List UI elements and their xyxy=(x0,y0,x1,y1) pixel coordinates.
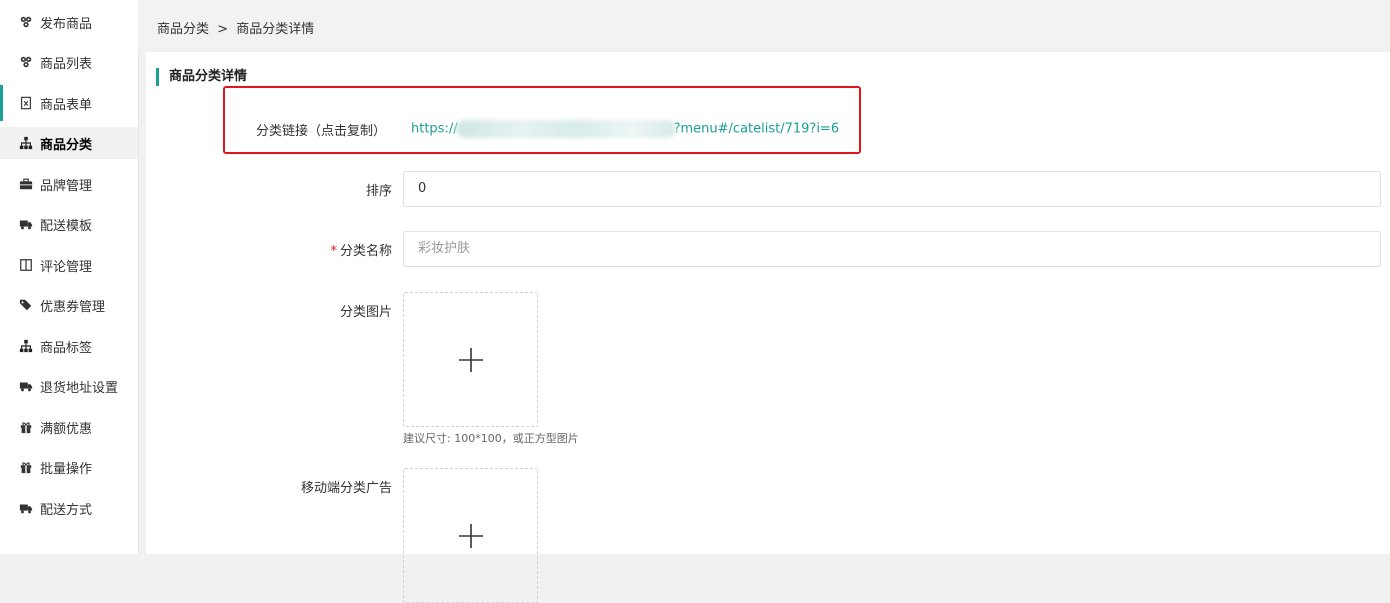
breadcrumb-current: 商品分类详情 xyxy=(236,22,315,37)
cubes-icon xyxy=(18,14,34,30)
truck-icon xyxy=(18,216,34,232)
sidebar-item-2[interactable]: 商品列表 xyxy=(0,46,138,78)
category-image-upload[interactable] xyxy=(403,292,538,427)
mobile-ad-upload[interactable] xyxy=(403,468,538,603)
main-panel: 商品分类详情 分类链接（点击复制） https:// ?menu#/catelis… xyxy=(146,52,1390,603)
sidebar-item-1[interactable]: 发布商品 xyxy=(0,6,138,38)
sidebar-item-4[interactable]: 商品分类 xyxy=(0,127,138,159)
sidebar-item-label: 满额优惠 xyxy=(40,421,93,437)
redacted-block xyxy=(455,120,676,138)
sitemap-icon xyxy=(18,135,34,151)
plus-icon xyxy=(458,523,483,548)
sidebar-item-label: 配送方式 xyxy=(40,502,93,518)
sidebar-item-label: 配送模板 xyxy=(40,218,93,234)
tags-icon xyxy=(18,297,34,313)
sidebar-item-3[interactable]: 商品表单 xyxy=(0,87,138,119)
sidebar-item-7[interactable]: 评论管理 xyxy=(0,249,138,281)
sidebar-item-label: 发布商品 xyxy=(40,16,93,32)
sidebar-item-label: 品牌管理 xyxy=(40,178,93,194)
sort-input[interactable]: 0 xyxy=(403,171,1381,207)
breadcrumb-parent[interactable]: 商品分类 xyxy=(157,22,209,37)
sidebar-item-11[interactable]: 满额优惠 xyxy=(0,411,138,443)
section-title: 商品分类详情 xyxy=(156,68,247,86)
sidebar-item-label: 批量操作 xyxy=(40,461,93,477)
category-name-input[interactable]: 彩妆护肤 xyxy=(403,231,1381,267)
mobile-ad-label: 移动端分类广告 xyxy=(300,481,392,496)
sidebar-item-13[interactable]: 配送方式 xyxy=(0,492,138,524)
image-label: 分类图片 xyxy=(339,305,392,320)
columns-icon xyxy=(18,257,34,273)
sidebar-item-9[interactable]: 商品标签 xyxy=(0,330,138,362)
required-mark: * xyxy=(330,244,337,259)
image-size-hint: 建议尺寸: 100*100，或正方型图片 xyxy=(403,432,579,445)
sidebar-item-6[interactable]: 配送模板 xyxy=(0,208,138,240)
breadcrumb: 商品分类 > 商品分类详情 xyxy=(157,18,314,37)
link-prefix: https:// xyxy=(411,121,458,137)
cubes-icon xyxy=(18,54,34,70)
sidebar-item-label: 商品列表 xyxy=(40,56,93,72)
sidebar-item-10[interactable]: 退货地址设置 xyxy=(0,370,138,402)
link-suffix: ?menu#/catelist/719?i=6 xyxy=(673,121,840,137)
gift-icon xyxy=(18,419,34,435)
sidebar-item-label: 评论管理 xyxy=(40,259,93,275)
sidebar-item-label: 商品分类 xyxy=(40,137,93,153)
name-label: * 分类名称 xyxy=(192,240,392,259)
briefcase-icon xyxy=(18,176,34,192)
truck-icon xyxy=(18,378,34,394)
category-link[interactable]: https:// ?menu#/catelist/719?i=6 xyxy=(411,120,839,138)
sidebar-item-label: 退货地址设置 xyxy=(40,380,119,396)
sidebar-item-8[interactable]: 优惠券管理 xyxy=(0,289,138,321)
sidebar-item-label: 商品表单 xyxy=(40,97,93,113)
sidebar-item-12[interactable]: 批量操作 xyxy=(0,451,138,483)
gift-icon xyxy=(18,459,34,475)
sitemap-icon xyxy=(18,338,34,354)
truck-icon xyxy=(18,500,34,516)
sidebar: 发布商品商品列表商品表单商品分类品牌管理配送模板评论管理优惠券管理商品标签退货地… xyxy=(0,0,139,554)
link-label: 分类链接（点击复制） xyxy=(255,124,386,139)
name-label-text: 分类名称 xyxy=(339,244,392,259)
topbar: 商品分类 > 商品分类详情 xyxy=(138,0,1390,50)
sort-label: 排序 xyxy=(365,184,392,199)
sidebar-item-5[interactable]: 品牌管理 xyxy=(0,168,138,200)
sidebar-item-label: 商品标签 xyxy=(40,340,93,356)
file-excel-icon xyxy=(18,95,34,111)
plus-icon xyxy=(458,347,483,372)
sidebar-item-label: 优惠券管理 xyxy=(40,299,106,315)
breadcrumb-separator: > xyxy=(217,22,229,37)
